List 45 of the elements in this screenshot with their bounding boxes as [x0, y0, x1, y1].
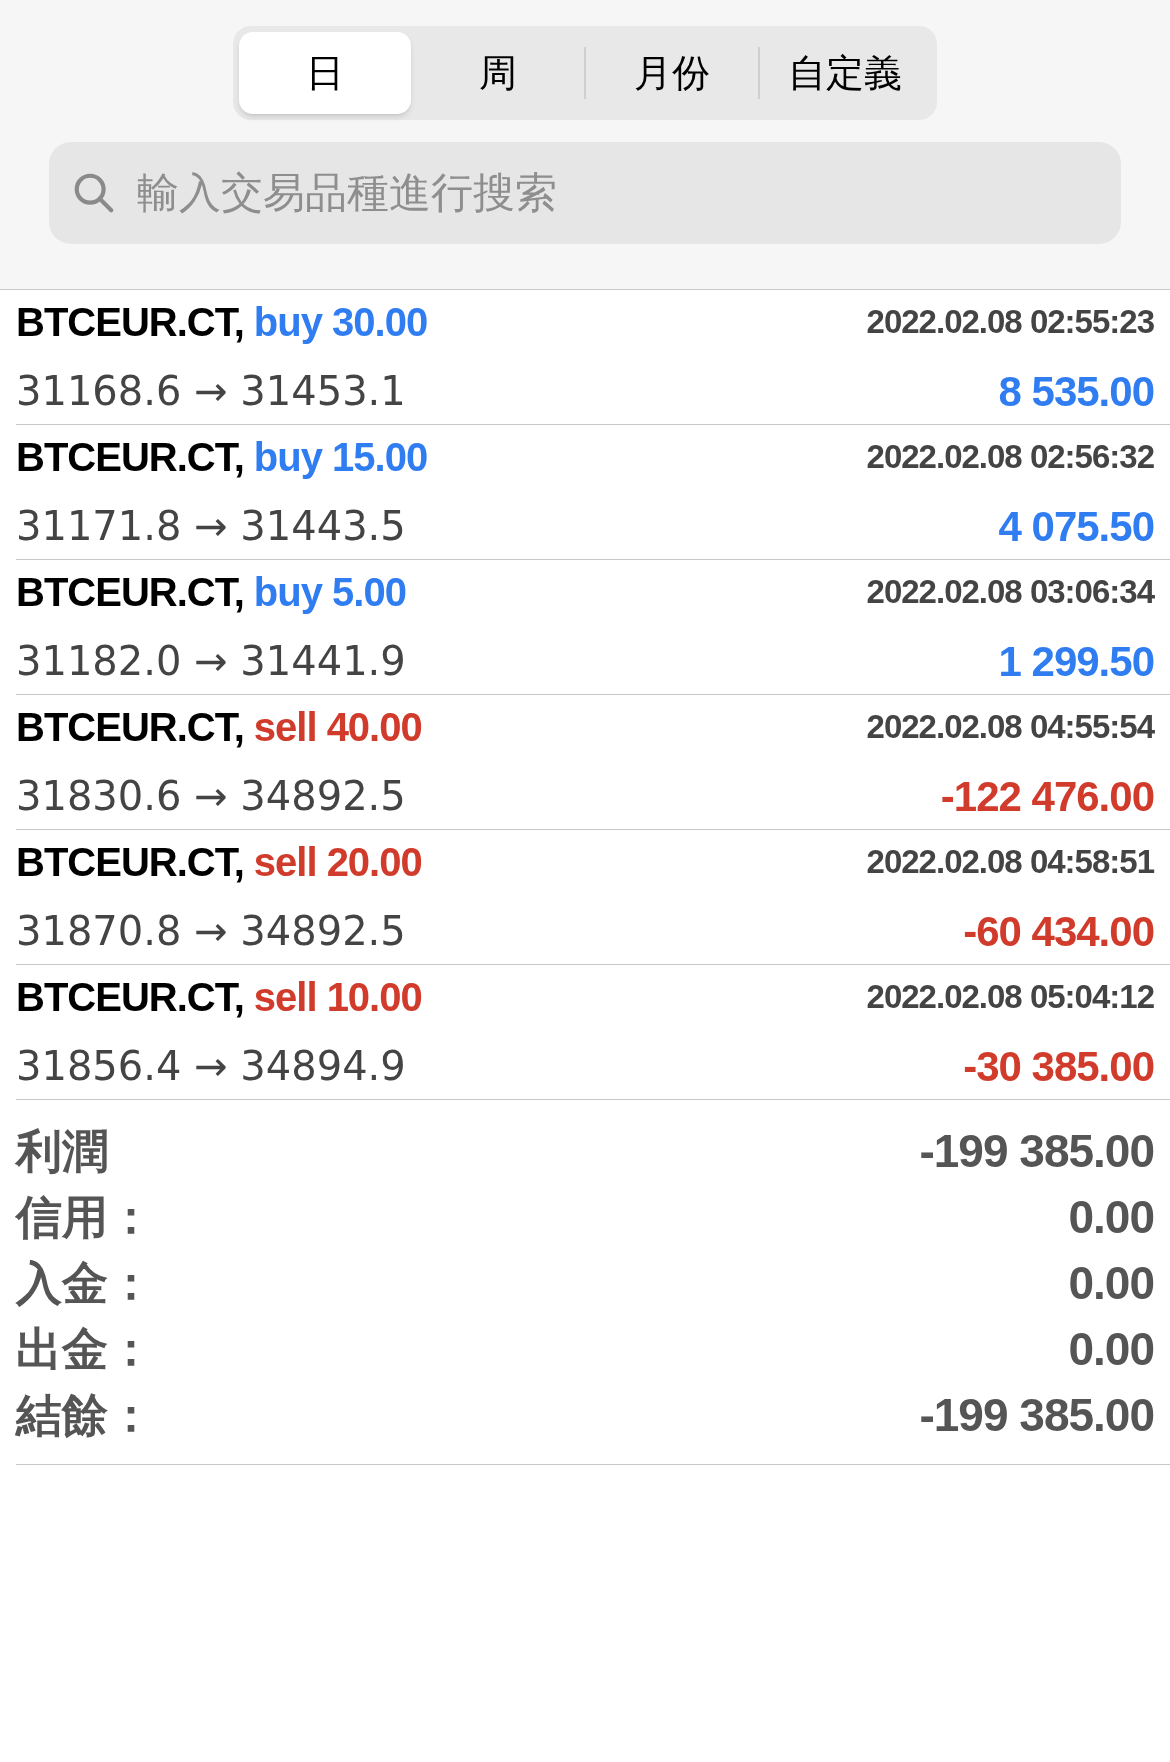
- summary-value: -199 385.00: [919, 1387, 1154, 1443]
- trade-symbol: BTCEUR.CT,: [16, 568, 244, 616]
- trade-side-volume: buy 30.00: [253, 298, 428, 346]
- period-tab[interactable]: 周: [412, 32, 584, 114]
- summary-value: 0.00: [1068, 1255, 1154, 1311]
- trade-profit: -30 385.00: [963, 1041, 1154, 1092]
- summary-label: 信用：: [16, 1189, 154, 1245]
- summary-label: 出金：: [16, 1321, 154, 1377]
- summary-label: 結餘：: [16, 1387, 154, 1443]
- trade-profit: 1 299.50: [998, 636, 1154, 687]
- trade-prices: 31182.0 → 31441.9: [16, 637, 406, 686]
- summary-value: 0.00: [1068, 1321, 1154, 1377]
- trade-time: 2022.02.08 05:04:12: [866, 976, 1154, 1017]
- trade-side-volume: sell 40.00: [253, 703, 422, 751]
- summary-label: 利潤: [16, 1123, 108, 1179]
- period-tab[interactable]: 月份: [586, 32, 758, 114]
- trade-symbol: BTCEUR.CT,: [16, 973, 244, 1021]
- trade-prices: 31856.4 → 34894.9: [16, 1042, 406, 1091]
- summary-value: -199 385.00: [919, 1123, 1154, 1179]
- trade-profit: 4 075.50: [998, 501, 1154, 552]
- period-tab[interactable]: 日: [239, 32, 411, 114]
- summary-value: 0.00: [1068, 1189, 1154, 1245]
- trade-side-volume: buy 15.00: [253, 433, 428, 481]
- period-tab[interactable]: 自定義: [759, 32, 931, 114]
- trade-prices: 31171.8 → 31443.5: [16, 502, 406, 551]
- trade-prices: 31830.6 → 34892.5: [16, 772, 406, 821]
- trade-time: 2022.02.08 03:06:34: [866, 571, 1154, 612]
- trade-symbol: BTCEUR.CT,: [16, 838, 244, 886]
- trade-time: 2022.02.08 02:56:32: [866, 436, 1154, 477]
- trade-symbol: BTCEUR.CT,: [16, 703, 244, 751]
- search-field[interactable]: 輸入交易品種進行搜索: [49, 142, 1121, 244]
- trade-profit: -60 434.00: [963, 906, 1154, 957]
- trade-time: 2022.02.08 02:55:23: [866, 301, 1154, 342]
- trade-time: 2022.02.08 04:55:54: [866, 706, 1154, 747]
- trade-side-volume: sell 20.00: [253, 838, 422, 886]
- summary-label: 入金：: [16, 1255, 154, 1311]
- trade-time: 2022.02.08 04:58:51: [866, 841, 1154, 882]
- trade-profit: 8 535.00: [998, 366, 1154, 417]
- trade-symbol: BTCEUR.CT,: [16, 298, 244, 346]
- trade-symbol: BTCEUR.CT,: [16, 433, 244, 481]
- trade-side-volume: buy 5.00: [253, 568, 406, 616]
- trade-prices: 31870.8 → 34892.5: [16, 907, 406, 956]
- trade-profit: -122 476.00: [940, 771, 1154, 822]
- trade-prices: 31168.6 → 31453.1: [16, 367, 406, 416]
- trade-side-volume: sell 10.00: [253, 973, 422, 1021]
